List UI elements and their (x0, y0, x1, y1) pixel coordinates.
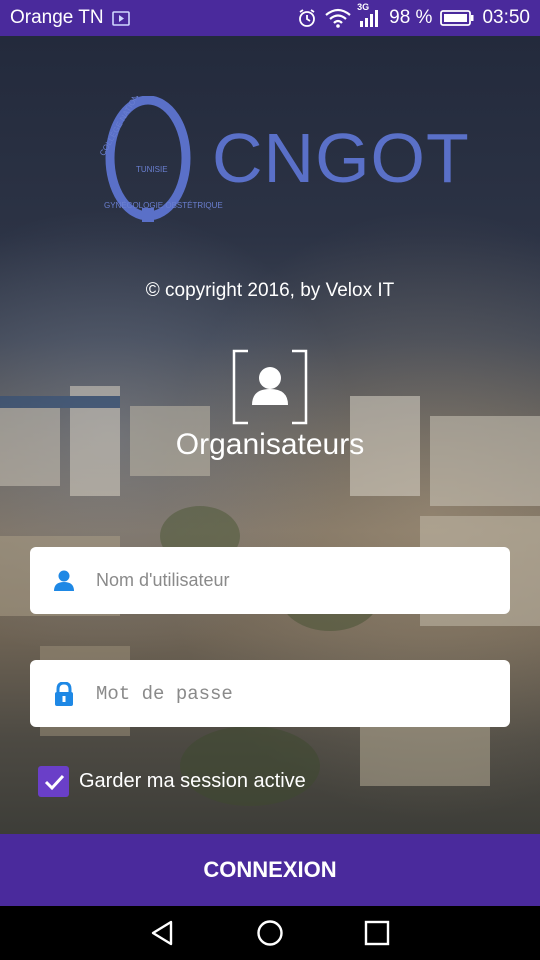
status-right: 3G 98 % 03:50 (297, 2, 530, 29)
user-icon (54, 570, 74, 591)
status-bar: Orange TN 3G 98 % 03:50 (0, 0, 540, 36)
battery-icon (440, 9, 474, 27)
lock-icon (55, 682, 73, 706)
copyright-text: © copyright 2016, by Velox IT (145, 280, 395, 301)
username-field[interactable] (30, 547, 510, 614)
status-left: Orange TN (10, 7, 130, 29)
play-store-icon (111, 10, 130, 26)
user-frame-icon (232, 349, 308, 425)
password-field[interactable] (30, 660, 510, 727)
signal-icon: 3G (357, 2, 381, 28)
home-icon[interactable] (253, 916, 287, 950)
network-type-label: 3G (357, 2, 370, 12)
alarm-icon (297, 8, 317, 28)
check-icon (44, 774, 64, 790)
logo-wordmark: CNGOT (212, 119, 470, 197)
username-input[interactable] (96, 547, 496, 614)
section-title: Organisateurs (175, 428, 365, 461)
logo-ring-center: TUNISIE (136, 165, 168, 174)
password-input[interactable] (96, 660, 496, 727)
navigation-bar (0, 906, 540, 960)
remember-session[interactable]: Garder ma session active (38, 766, 306, 797)
logo-ring-bottom: GYNÉCOLOGIE OBSTÉTRIQUE (104, 201, 223, 210)
carrier-label: Orange TN (10, 7, 104, 28)
clock: 03:50 (482, 7, 530, 28)
recents-icon[interactable] (360, 916, 394, 950)
battery-percent: 98 % (389, 7, 433, 28)
remember-label: Garder ma session active (79, 770, 306, 792)
back-icon[interactable] (146, 916, 180, 950)
remember-checkbox[interactable] (38, 766, 69, 797)
wifi-icon (325, 8, 351, 28)
connexion-button[interactable]: CONNEXION (0, 834, 540, 906)
